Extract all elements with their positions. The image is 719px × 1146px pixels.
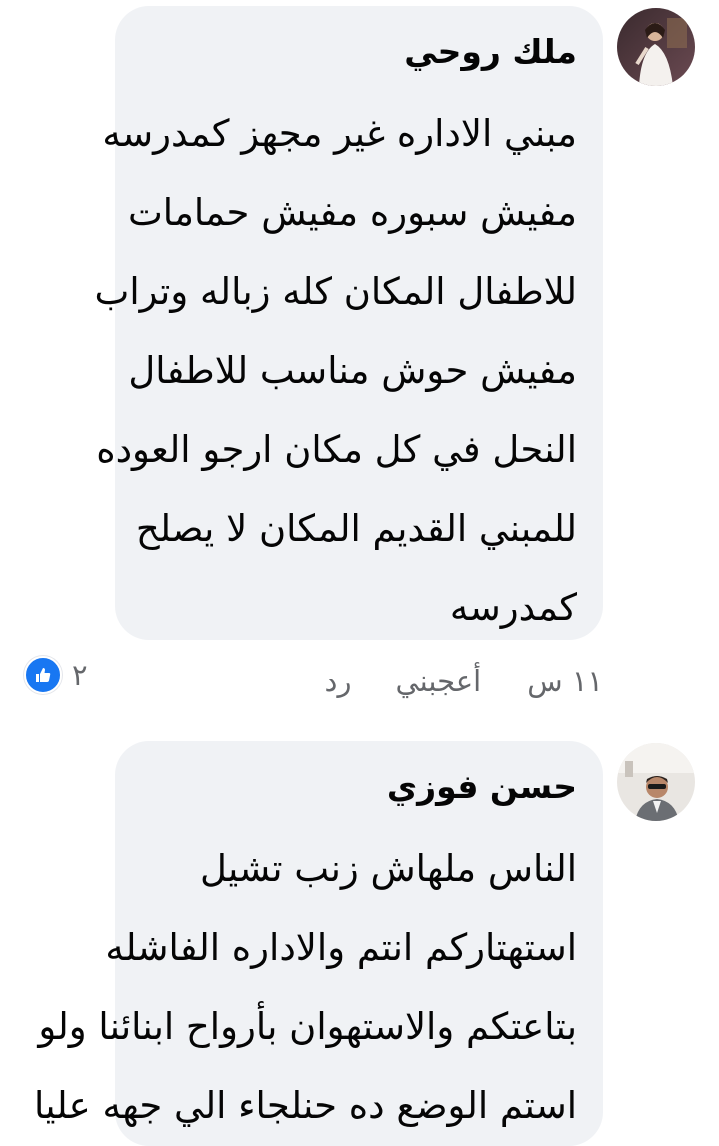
comment-text-line: مفيش حوش مناسب للاطفال (128, 349, 577, 392)
comment-text-line: استهتاركم انتم والاداره الفاشله (105, 926, 577, 969)
thumbs-up-icon (24, 656, 62, 694)
comment-text-line: للاطفال المكان كله زباله وتراب (94, 270, 577, 313)
commenter-avatar[interactable] (617, 743, 695, 821)
comment-text-line: النحل في كل مكان ارجو العوده (96, 428, 577, 471)
reply-button[interactable]: رد (325, 664, 352, 698)
comment-bubble: حسن فوزي الناس ملهاش زنب تشيل استهتاركم … (33, 741, 603, 1146)
comment-text-line: الناس ملهاش زنب تشيل (200, 847, 577, 890)
comment-text-line: كمدرسه (449, 586, 577, 629)
comment-actions: ١١ س أعجبني رد (325, 664, 603, 698)
reaction-count: ٢ (72, 658, 88, 692)
comment-text-line: بتاعتكم والاستهوان بأرواح ابنائنا ولو (38, 1005, 577, 1048)
commenter-avatar[interactable] (617, 8, 695, 86)
comment-author[interactable]: حسن فوزي (145, 765, 577, 809)
reaction-summary[interactable]: ٢ (24, 656, 88, 694)
like-button[interactable]: أعجبني (395, 664, 481, 698)
comment-text-line: استم الوضع ده حنلجاء الي جهه عليا (33, 1084, 577, 1127)
comment-bubble: ملك روحي مبني الاداره غير مجهز كمدرسه مف… (94, 6, 603, 640)
comment-text-line: مبني الاداره غير مجهز كمدرسه (102, 112, 577, 155)
comment-text-line: للمبني القديم المكان لا يصلح (135, 507, 577, 550)
comment-timestamp[interactable]: ١١ س (527, 664, 603, 698)
comment-author[interactable]: ملك روحي (145, 30, 577, 74)
comment-text-line: مفيش سبوره مفيش حمامات (127, 191, 577, 234)
